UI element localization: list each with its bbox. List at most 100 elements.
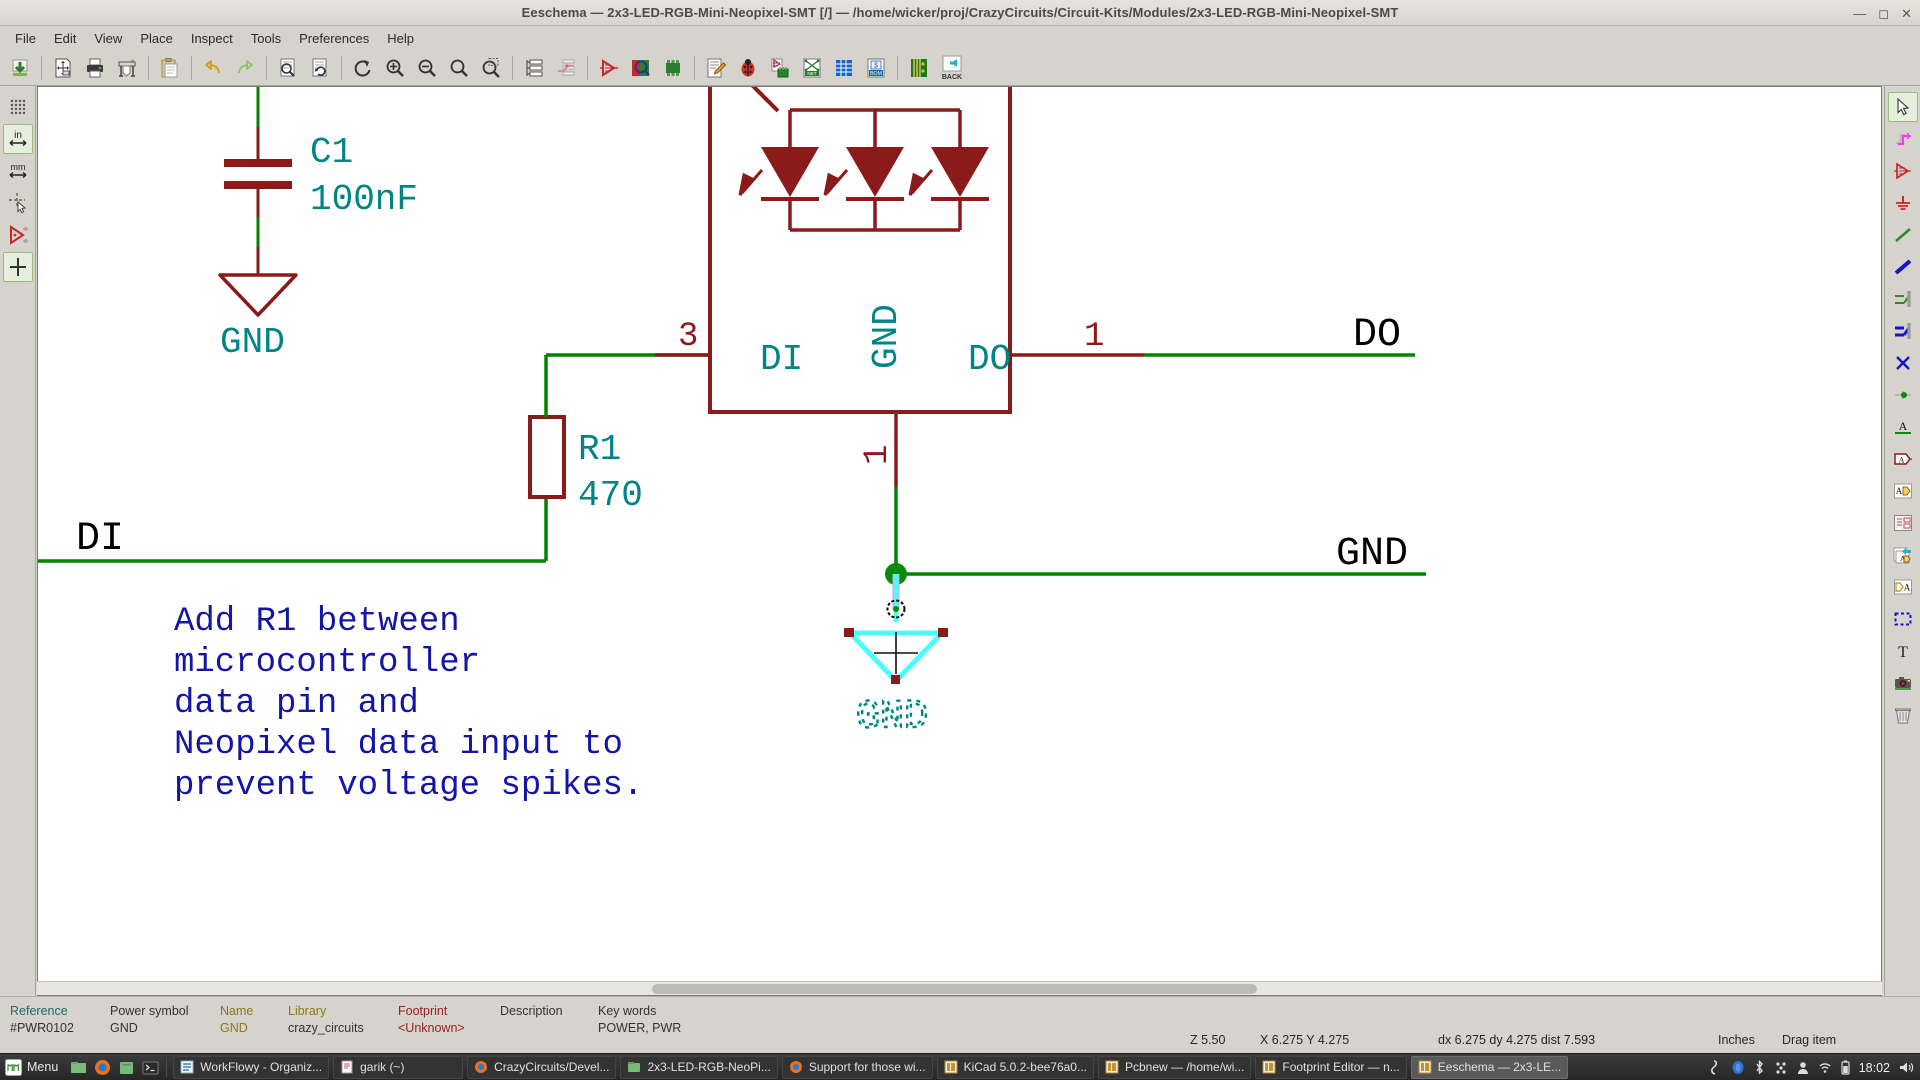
tray-icon-bluetooth-alt[interactable] <box>1709 1060 1722 1075</box>
tray-icon-dropbox[interactable] <box>1774 1061 1788 1075</box>
task-label: 2x3-LED-RGB-NeoPi... <box>647 1060 771 1074</box>
pin-name-di: DI <box>760 339 803 380</box>
mint-menu-icon <box>4 1058 22 1076</box>
gnd-power-symbol-c1[interactable] <box>218 273 298 317</box>
no-connect-icon <box>1896 356 1910 370</box>
taskbar-menu-button[interactable]: Menu <box>0 1054 66 1080</box>
library-editor-button[interactable] <box>658 53 688 83</box>
component-c1[interactable] <box>224 87 292 275</box>
units-inches-button[interactable]: in <box>3 124 33 154</box>
task-crazycircuits[interactable]: CrazyCircuits/Devel... <box>467 1055 617 1079</box>
run-pcbnew-button[interactable] <box>904 53 934 83</box>
place-junction-button[interactable] <box>1888 380 1918 410</box>
place-bus-button[interactable] <box>1888 252 1918 282</box>
assign-footprints-button[interactable] <box>765 53 795 83</box>
delete-tool-button[interactable] <box>1888 700 1918 730</box>
launcher-file-manager[interactable] <box>69 1058 87 1076</box>
tray-icon-updates[interactable] <box>1731 1060 1745 1075</box>
place-wire-button[interactable] <box>1888 220 1918 250</box>
menu-item-help[interactable]: Help <box>378 28 423 49</box>
place-symbol-button[interactable] <box>1888 156 1918 186</box>
plot-button[interactable] <box>112 53 142 83</box>
schematic-note[interactable]: Add R1 between microcontroller data pin … <box>174 603 643 805</box>
tray-icon-user[interactable] <box>1797 1061 1809 1075</box>
menu-item-inspect[interactable]: Inspect <box>182 28 242 49</box>
minimize-button[interactable]: — <box>1853 7 1866 20</box>
hierarchy-navigator-button[interactable] <box>519 53 549 83</box>
launcher-files[interactable] <box>117 1058 135 1076</box>
undo-button[interactable] <box>198 53 228 83</box>
menu-item-file[interactable]: File <box>6 28 45 49</box>
backannotate-button[interactable]: BACK <box>936 53 968 83</box>
place-power-port-button[interactable] <box>1888 188 1918 218</box>
place-hierarchical-sheet-button[interactable] <box>1888 508 1918 538</box>
place-hierarchical-label-button[interactable]: A <box>1888 476 1918 506</box>
print-button[interactable] <box>80 53 110 83</box>
task-support-page[interactable]: Support for those wi... <box>781 1055 933 1079</box>
launcher-terminal[interactable] <box>141 1058 159 1076</box>
place-sheet-pin-button[interactable]: A <box>1888 572 1918 602</box>
close-button[interactable]: ✕ <box>1901 7 1912 20</box>
leave-sheet-button[interactable] <box>551 53 581 83</box>
units-mm-button[interactable]: mm <box>3 156 33 186</box>
tray-icon-volume[interactable] <box>1899 1061 1914 1074</box>
place-net-label-button[interactable]: A <box>1888 412 1918 442</box>
maximize-button[interactable]: ◻ <box>1878 7 1889 20</box>
bom-button[interactable]: $ BOM <box>861 53 891 83</box>
gnd-power-symbol-dragged[interactable] <box>844 574 948 684</box>
menu-item-view[interactable]: View <box>85 28 131 49</box>
menu-item-place[interactable]: Place <box>131 28 182 49</box>
place-wire-to-bus-entry-button[interactable] <box>1888 284 1918 314</box>
place-bus-to-bus-entry-button[interactable] <box>1888 316 1918 346</box>
run-simulator-button[interactable] <box>594 53 624 83</box>
launcher-firefox[interactable] <box>93 1058 111 1076</box>
zoom-fit-button[interactable] <box>444 53 474 83</box>
toggle-grid-button[interactable] <box>3 92 33 122</box>
canvas-horizontal-scrollbar[interactable] <box>37 981 1882 995</box>
highlight-net-button[interactable] <box>1888 124 1918 154</box>
tray-icon-bluetooth[interactable] <box>1754 1060 1765 1075</box>
zoom-in-button[interactable] <box>380 53 410 83</box>
schematic-canvas[interactable]: C1 100nF GND DI R1 470 3 DI GND 1 DO 1 D… <box>37 86 1882 996</box>
task-pcbnew[interactable]: Pcbnew — /home/wi... <box>1097 1055 1252 1079</box>
task-garik[interactable]: garik (~) <box>333 1055 464 1079</box>
task-workflowy[interactable]: WorkFlowy - Organiz... <box>173 1055 330 1079</box>
tray-icon-battery[interactable] <box>1841 1060 1850 1075</box>
scrollbar-thumb[interactable] <box>652 984 1257 994</box>
redo-button[interactable] <box>230 53 260 83</box>
task-eeschema[interactable]: Eeschema — 2x3-LE... <box>1410 1055 1569 1079</box>
place-text-button[interactable]: T <box>1888 636 1918 666</box>
import-sheet-pin-button[interactable]: A <box>1888 540 1918 570</box>
save-schematic-button[interactable] <box>5 53 35 83</box>
place-global-label-button[interactable]: A <box>1888 444 1918 474</box>
paste-button[interactable] <box>155 53 185 83</box>
menu-item-preferences[interactable]: Preferences <box>290 28 378 49</box>
erc-button[interactable] <box>733 53 763 83</box>
task-footprint-editor[interactable]: Footprint Editor — n... <box>1255 1055 1407 1079</box>
tray-icon-wifi[interactable] <box>1818 1061 1832 1074</box>
ladybug-icon <box>741 58 755 76</box>
wire-bus-orientation-button[interactable] <box>3 252 33 282</box>
place-no-connect-button[interactable] <box>1888 348 1918 378</box>
cursor-shape-button[interactable] <box>3 188 33 218</box>
place-image-button[interactable] <box>1888 668 1918 698</box>
taskbar-clock[interactable]: 18:02 <box>1859 1061 1890 1075</box>
task-neopixel-folder[interactable]: 2x3-LED-RGB-NeoPi... <box>620 1055 778 1079</box>
find-replace-button[interactable] <box>305 53 335 83</box>
draw-graphic-lines-button[interactable] <box>1888 604 1918 634</box>
edit-symbol-fields-button[interactable] <box>829 53 859 83</box>
library-browser-button[interactable] <box>626 53 656 83</box>
annotate-button[interactable] <box>701 53 731 83</box>
zoom-out-button[interactable] <box>412 53 442 83</box>
show-hidden-pins-button[interactable] <box>3 220 33 250</box>
menu-item-tools[interactable]: Tools <box>242 28 290 49</box>
find-button[interactable] <box>273 53 303 83</box>
generate-netlist-button[interactable]: NET <box>797 53 827 83</box>
menu-item-edit[interactable]: Edit <box>45 28 85 49</box>
refresh-button[interactable] <box>348 53 378 83</box>
zoom-area-button[interactable] <box>476 53 506 83</box>
neopixel-symbol[interactable] <box>708 87 1012 414</box>
task-kicad[interactable]: KiCad 5.0.2-bee76a0... <box>936 1055 1094 1079</box>
select-tool-button[interactable] <box>1888 92 1918 122</box>
page-settings-button[interactable] <box>48 53 78 83</box>
